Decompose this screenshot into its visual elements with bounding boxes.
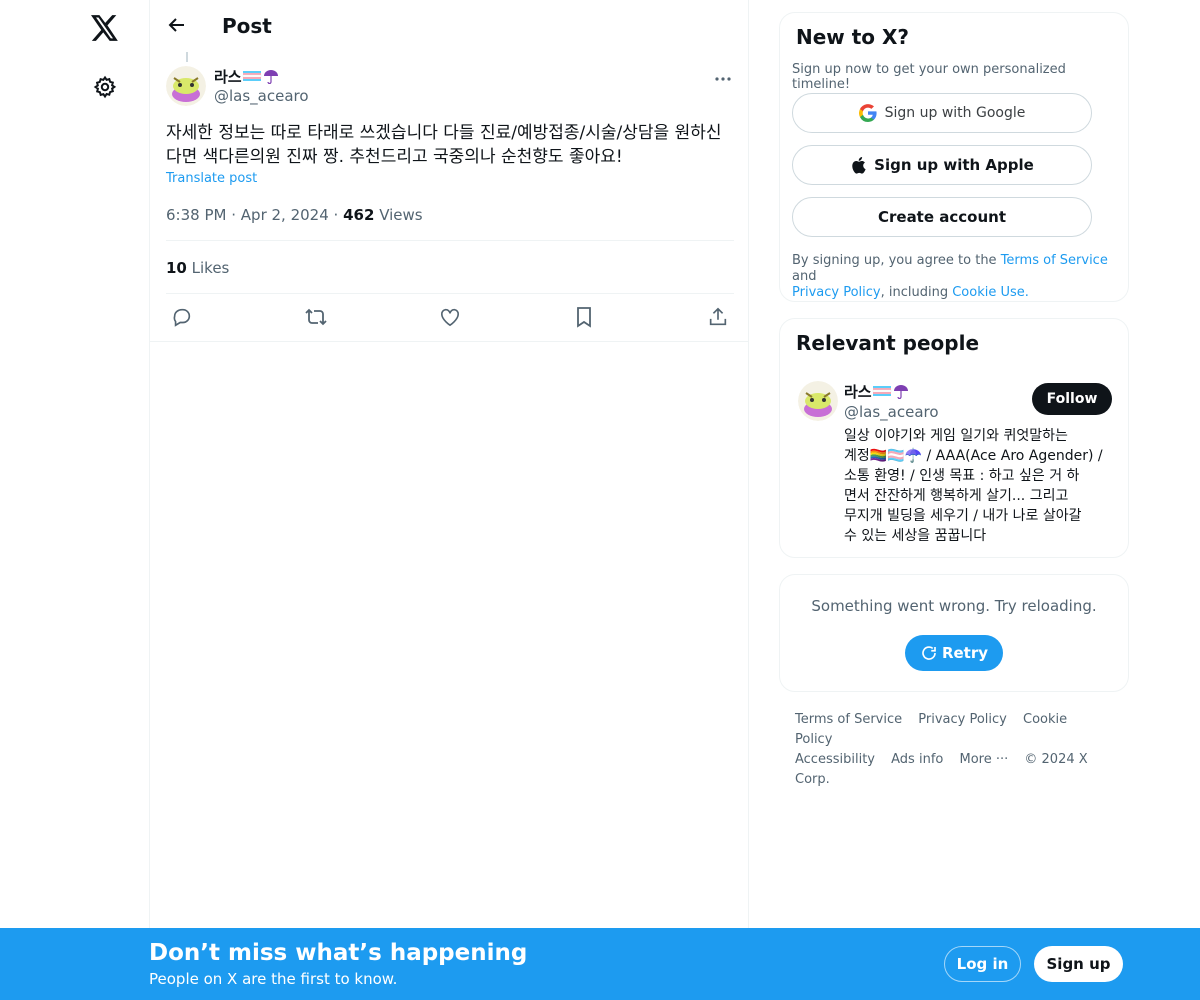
reply-icon[interactable] — [166, 305, 198, 329]
post-meta: 6:38 PM · Apr 2, 2024 · 462 Views — [166, 206, 423, 224]
person-bio: 일상 이야기와 게임 일기와 퀴엇말하는 계정🏳️‍🌈🏳️‍⚧️☂️ / AAA… — [844, 428, 1103, 544]
divider — [166, 240, 734, 241]
terms-link[interactable]: Terms of Service — [1001, 253, 1108, 268]
refresh-icon — [920, 644, 938, 662]
post-time[interactable]: 6:38 PM — [166, 206, 226, 224]
card-subtitle: Sign up now to get your own personalized… — [792, 62, 1066, 92]
post-text: 자세한 정보는 따로 타래로 쓰겠습니다 다들 진료/예방접종/시술/상담을 원… — [166, 123, 722, 167]
page-title: Post — [222, 14, 272, 38]
banner-subtitle: People on X are the first to know. — [149, 970, 398, 988]
main-column: Post 라스 @las_acearo 자세한 정보는 따로 타래로 쓰겠습니다… — [149, 0, 749, 1000]
error-card: Something went wrong. Try reloading. Ret… — [779, 574, 1129, 692]
divider — [166, 293, 734, 294]
like-icon[interactable] — [434, 305, 466, 329]
divider — [150, 341, 748, 342]
privacy-link[interactable]: Privacy Policy — [792, 285, 881, 300]
footer-link[interactable]: Accessibility — [795, 752, 875, 767]
likes-count: 10 — [166, 259, 187, 277]
card-title: Relevant people — [796, 331, 980, 355]
thread-line — [186, 52, 188, 62]
views-count: 462 — [343, 206, 375, 224]
google-icon — [858, 104, 877, 122]
footer-links: Terms of Service Privacy Policy Cookie P… — [795, 710, 1115, 790]
new-to-x-card: New to X? Sign up now to get your own pe… — [779, 12, 1129, 302]
retry-button[interactable]: Retry — [905, 635, 1003, 671]
log-in-button[interactable]: Log in — [944, 946, 1021, 982]
card-title: New to X? — [796, 25, 910, 49]
footer-row: Accessibility Ads info More ··· © 2024 X… — [795, 750, 1115, 790]
signup-banner: Don’t miss what’s happening People on X … — [0, 928, 1200, 1000]
sign-up-button[interactable]: Sign up — [1034, 946, 1123, 982]
footer-row: Terms of Service Privacy Policy Cookie P… — [795, 710, 1115, 750]
relevant-people-card: Relevant people 라스 @las_acearo Follow 일상… — [779, 318, 1129, 558]
footer-link[interactable]: Ads info — [891, 752, 943, 767]
x-logo-icon[interactable] — [87, 10, 123, 46]
bookmark-icon[interactable] — [568, 305, 600, 329]
flag-emoji-icon — [872, 383, 910, 403]
footer-link[interactable]: Privacy Policy — [918, 712, 1007, 727]
repost-icon[interactable] — [300, 305, 332, 329]
translate-post-link[interactable]: Translate post — [166, 171, 257, 186]
legal-text: By signing up, you agree to the Terms of… — [792, 253, 1108, 300]
arrow-left-icon — [167, 15, 187, 39]
flag-emoji-icon — [242, 68, 280, 88]
person-handle[interactable]: @las_acearo — [844, 403, 939, 421]
left-nav — [0, 0, 150, 1000]
post-actions — [166, 305, 734, 329]
footer-link[interactable]: Terms of Service — [795, 712, 902, 727]
author-handle[interactable]: @las_acearo — [214, 87, 309, 105]
apple-icon — [850, 156, 866, 174]
author-name[interactable]: 라스 — [214, 66, 280, 88]
create-account-button[interactable]: Create account — [792, 197, 1092, 237]
person-name[interactable]: 라스 — [844, 381, 910, 403]
sign-up-google-button[interactable]: Sign up with Google — [792, 93, 1092, 133]
share-icon[interactable] — [702, 305, 734, 329]
likes-row[interactable]: 10 Likes — [166, 259, 229, 277]
likes-label: Likes — [191, 259, 230, 277]
cookie-link[interactable]: Cookie Use. — [952, 285, 1029, 300]
avatar[interactable] — [798, 381, 838, 421]
more-options-button[interactable] — [710, 64, 736, 86]
follow-button[interactable]: Follow — [1032, 383, 1112, 415]
gear-icon[interactable] — [87, 69, 123, 105]
banner-title: Don’t miss what’s happening — [149, 940, 528, 966]
sign-up-apple-button[interactable]: Sign up with Apple — [792, 145, 1092, 185]
error-message: Something went wrong. Try reloading. — [811, 597, 1097, 615]
ellipsis-icon — [714, 66, 732, 85]
post-header: Post — [150, 0, 748, 54]
footer-link[interactable]: More ··· — [959, 752, 1008, 767]
avatar[interactable] — [166, 66, 206, 106]
views-label: Views — [379, 206, 423, 224]
back-button[interactable] — [162, 12, 192, 42]
post-date[interactable]: Apr 2, 2024 — [241, 206, 329, 224]
